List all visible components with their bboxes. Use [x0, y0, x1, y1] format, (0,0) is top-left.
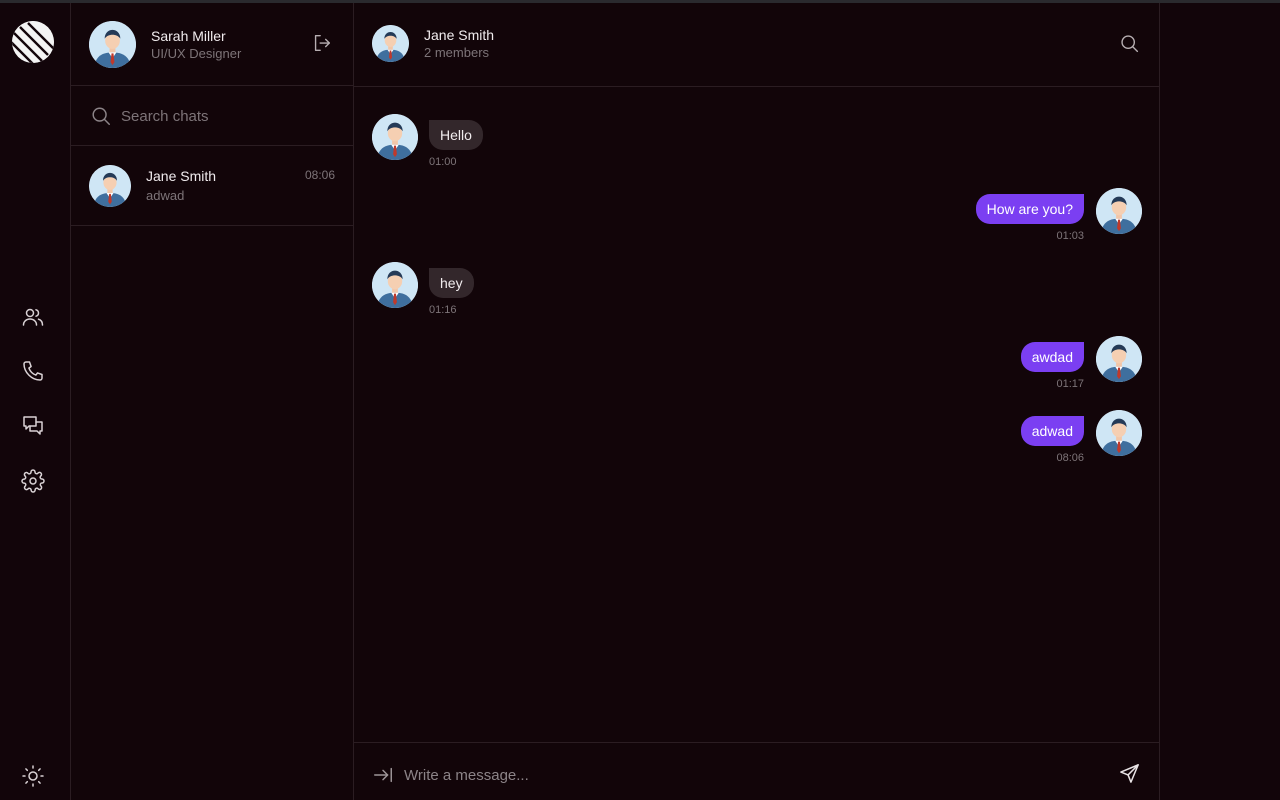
- message-time: 01:17: [1056, 378, 1084, 390]
- nav-chats-button[interactable]: [19, 412, 47, 440]
- conversation-member-count: 2 members: [424, 45, 490, 60]
- message-bubble[interactable]: How are you?: [975, 194, 1084, 224]
- app-logo[interactable]: [12, 21, 54, 63]
- message-bubble[interactable]: hey: [429, 268, 474, 298]
- phone-icon: [23, 361, 43, 381]
- chat-item-name: Jane Smith: [146, 168, 217, 184]
- gear-icon: [21, 469, 45, 493]
- chat-list-panel: Sarah Miller UI/UX Designer Search chats…: [71, 3, 354, 800]
- message-outgoing: adwad 08:06: [354, 410, 1160, 470]
- chat-list-item[interactable]: Jane Smith adwad 08:06: [71, 146, 353, 226]
- message-outgoing: awdad 01:17: [354, 336, 1160, 396]
- conversation-panel: Jane Smith 2 members Hello 01:00 How are…: [354, 3, 1160, 800]
- message-bubble[interactable]: awdad: [1020, 342, 1084, 372]
- empty-side-area: [1160, 3, 1280, 800]
- chat-search-bar: [71, 86, 353, 146]
- conversation-search-button[interactable]: [1119, 33, 1141, 55]
- search-icon: [90, 105, 112, 127]
- avatar: [1096, 336, 1142, 382]
- message-time: 01:03: [1056, 230, 1084, 242]
- send-icon: [1120, 764, 1139, 783]
- avatar[interactable]: [372, 25, 409, 62]
- message-incoming: Hello 01:00: [354, 114, 1160, 174]
- search-input[interactable]: [121, 103, 336, 129]
- nav-rail: [0, 3, 71, 800]
- send-button[interactable]: [1118, 762, 1142, 786]
- avatar[interactable]: [89, 21, 136, 68]
- avatar: [372, 262, 418, 308]
- theme-toggle-button[interactable]: [19, 762, 47, 790]
- profile-name: Sarah Miller: [151, 28, 226, 44]
- attach-icon: [374, 767, 392, 783]
- avatar: [1096, 410, 1142, 456]
- sun-icon: [22, 765, 44, 787]
- nav-contacts-button[interactable]: [19, 303, 47, 331]
- avatar: [1096, 188, 1142, 234]
- profile-role: UI/UX Designer: [151, 46, 242, 61]
- message-input[interactable]: [404, 761, 1094, 789]
- search-icon: [1121, 35, 1139, 53]
- chat-item-last-message: adwad: [146, 188, 185, 203]
- profile-header: Sarah Miller UI/UX Designer: [71, 3, 353, 86]
- avatar: [372, 114, 418, 160]
- conversation-title: Jane Smith: [424, 27, 495, 43]
- users-icon: [22, 308, 44, 326]
- nav-settings-button[interactable]: [19, 467, 47, 495]
- message-time: 01:16: [429, 304, 457, 316]
- message-outgoing: How are you? 01:03: [354, 188, 1160, 248]
- chat-item-time: 08:06: [304, 168, 335, 182]
- logout-icon: [314, 34, 331, 52]
- conversation-header: Jane Smith 2 members: [354, 3, 1159, 87]
- logout-button[interactable]: [311, 32, 335, 56]
- attach-button[interactable]: [372, 764, 394, 786]
- message-time: 01:00: [429, 156, 457, 168]
- message-time: 08:06: [1056, 452, 1084, 464]
- message-incoming: hey 01:16: [354, 262, 1160, 322]
- message-list: Hello 01:00 How are you? 01:03 hey 01:16…: [354, 87, 1159, 743]
- avatar: [89, 165, 131, 207]
- message-composer: [354, 742, 1160, 800]
- message-bubble[interactable]: Hello: [429, 120, 483, 150]
- nav-calls-button[interactable]: [19, 357, 47, 385]
- message-bubble[interactable]: adwad: [1020, 416, 1084, 446]
- chats-icon: [23, 416, 43, 435]
